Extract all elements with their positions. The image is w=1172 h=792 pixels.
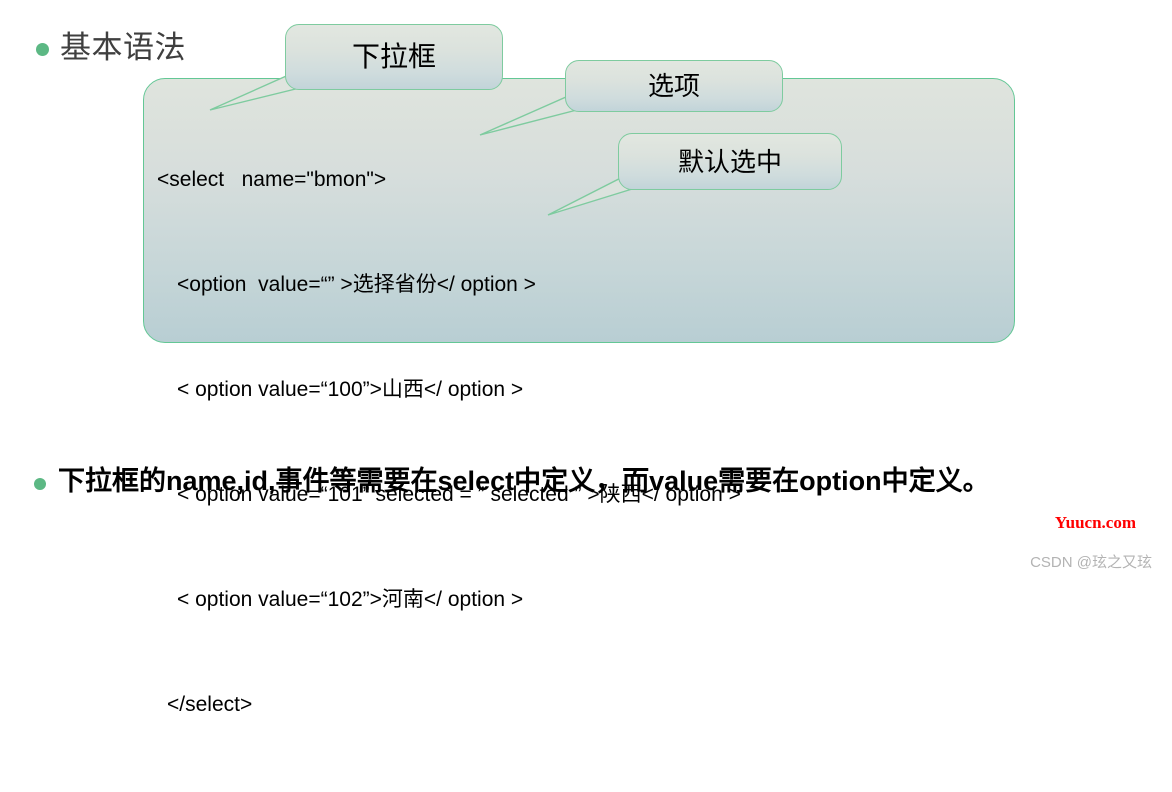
callout-option: 选项: [565, 60, 783, 112]
summary-text: 下拉框的name,id,事件等需要在select中定义，而value需要在opt…: [58, 466, 990, 496]
watermark-site: Yuucn.com: [1054, 513, 1136, 532]
code-line: <option value=“” >选择省份</ option >: [177, 273, 536, 296]
code-block: <select name="bmon"> <option value=“” >选…: [157, 92, 741, 792]
watermark-author: CSDN @玹之又玹: [1030, 554, 1152, 571]
code-line: < option value=“100”>山西</ option >: [177, 378, 524, 401]
code-sample-panel: <select name="bmon"> <option value=“” >选…: [143, 78, 1015, 716]
callout-label: 选项: [647, 71, 700, 101]
callout-label: 默认选中: [677, 146, 782, 177]
summary-bullet-row: 下拉框的name,id,事件等需要在select中定义，而value需要在opt…: [34, 463, 1144, 500]
callout-label: 下拉框: [351, 41, 436, 72]
page-title: 基本语法: [60, 30, 186, 65]
callout-selected: 默认选中: [618, 133, 842, 190]
heading-bullet-row: 基本语法: [36, 26, 186, 70]
code-line: </select>: [167, 693, 253, 716]
code-line: < option value=“102”>河南</ option >: [177, 588, 524, 611]
bullet-dot-icon: [34, 478, 46, 490]
callout-dropdown: 下拉框: [285, 24, 503, 90]
bullet-dot-icon: [36, 43, 49, 56]
